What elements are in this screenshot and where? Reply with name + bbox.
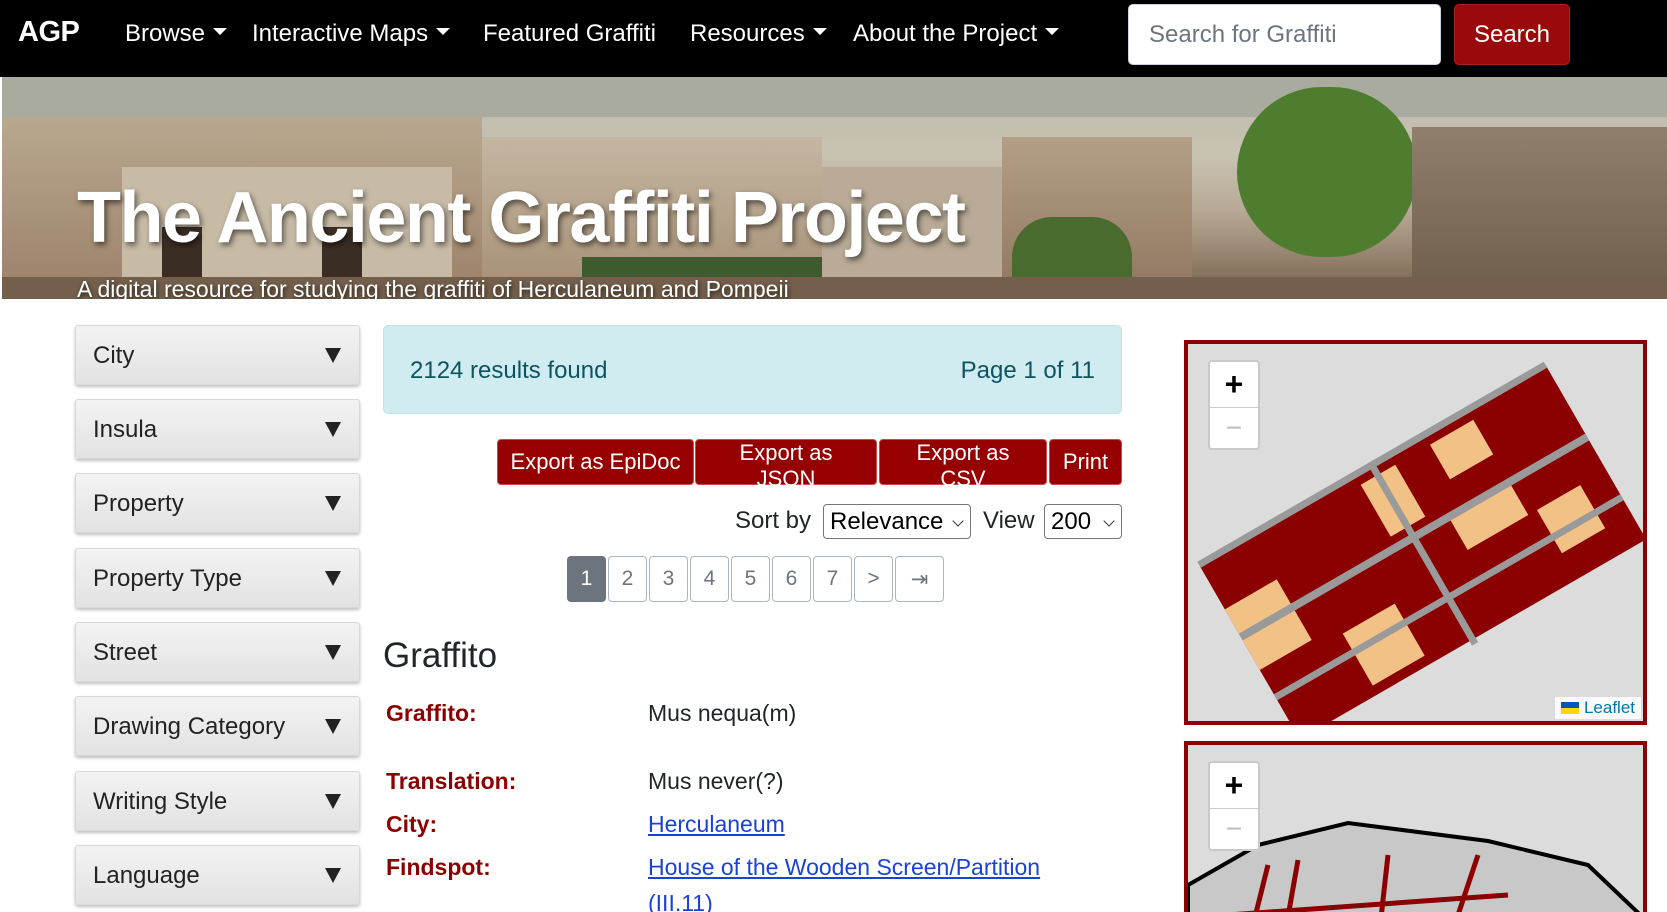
zoom-out-button[interactable]: − <box>1210 809 1258 849</box>
page-link-1[interactable]: 1 <box>567 556 606 602</box>
map-block <box>1199 366 1643 721</box>
navbar: AGP Browse Interactive Maps Featured Gra… <box>0 0 1667 77</box>
filter-drawing-category[interactable]: Drawing Category <box>75 696 360 756</box>
filter-label: City <box>93 342 135 369</box>
nav-featured-graffiti-label: Featured Graffiti <box>483 20 656 47</box>
page-link-4[interactable]: 4 <box>690 556 729 602</box>
caret-down-icon <box>436 28 451 36</box>
triangle-down-icon <box>325 645 341 660</box>
hero-banner: The Ancient Graffiti Project A digital r… <box>2 77 1667 299</box>
nav-featured-graffiti[interactable]: Featured Graffiti <box>483 20 656 48</box>
view-select-value: 200 <box>1051 508 1092 535</box>
translation-value: Mus never(?) <box>648 768 784 794</box>
findspot-link[interactable]: House of the Wooden Screen/Partition <box>648 854 1040 881</box>
results-count: 2124 results found <box>410 357 608 384</box>
zoom-out-button[interactable]: − <box>1210 408 1258 448</box>
pagination: 1 2 3 4 5 6 7 > ⇥ <box>567 556 946 602</box>
caret-down-icon <box>812 28 827 36</box>
hero-title: The Ancient Graffiti Project <box>77 178 966 258</box>
export-epidoc-button[interactable]: Export as EpiDoc <box>497 439 694 485</box>
caret-down-icon <box>213 28 228 36</box>
nav-browse[interactable]: Browse <box>125 20 228 48</box>
insula-map[interactable]: + − Leaflet <box>1184 340 1647 725</box>
results-alert: 2124 results found Page 1 of 11 <box>383 325 1122 414</box>
export-csv-button[interactable]: Export as CSV <box>879 439 1047 491</box>
caret-down-icon <box>1045 28 1060 36</box>
filter-label: Street <box>93 639 158 666</box>
sort-label: Sort by <box>735 507 812 534</box>
filter-street[interactable]: Street <box>75 622 360 682</box>
findspot-link-line2[interactable]: (III.11) <box>648 890 713 912</box>
sort-select-value: Relevance <box>830 508 944 535</box>
zoom-in-button[interactable]: + <box>1210 763 1258 809</box>
triangle-down-icon <box>325 571 341 586</box>
page-link-7[interactable]: 7 <box>813 556 852 602</box>
findspot-label: Findspot: <box>386 854 491 880</box>
page-link-2[interactable]: 2 <box>608 556 647 602</box>
triangle-down-icon <box>325 496 341 511</box>
page-last-icon[interactable]: ⇥ <box>895 556 944 602</box>
nav-about-label: About the Project <box>853 20 1038 47</box>
filter-insula[interactable]: Insula <box>75 399 360 459</box>
search-input[interactable] <box>1128 4 1441 65</box>
page-link-6[interactable]: 6 <box>772 556 811 602</box>
view-select[interactable]: 200 <box>1044 504 1122 539</box>
triangle-down-icon <box>325 348 341 363</box>
triangle-down-icon <box>325 868 341 883</box>
filter-writing-style[interactable]: Writing Style <box>75 771 360 831</box>
translation-label: Translation: <box>386 768 517 794</box>
map-zoom-control: + − <box>1208 761 1260 851</box>
page-next-button[interactable]: > <box>854 556 893 602</box>
sort-select[interactable]: Relevance <box>823 504 971 539</box>
triangle-down-icon <box>325 794 341 809</box>
filter-label: Writing Style <box>93 788 228 815</box>
nav-interactive-maps[interactable]: Interactive Maps <box>252 20 451 48</box>
hero-tree <box>1237 87 1417 257</box>
nav-resources-label: Resources <box>690 20 805 47</box>
hero-sky <box>2 77 1667 117</box>
page-indicator: Page 1 of 11 <box>960 357 1095 384</box>
leaflet-attribution[interactable]: Leaflet <box>1554 697 1641 719</box>
filter-label: Property Type <box>93 565 242 592</box>
filter-label: Property <box>93 490 184 517</box>
city-map[interactable]: + − <box>1184 741 1647 912</box>
page-link-3[interactable]: 3 <box>649 556 688 602</box>
nav-browse-label: Browse <box>125 20 206 47</box>
filter-label: Language <box>93 862 200 889</box>
page-link-5[interactable]: 5 <box>731 556 770 602</box>
attribution-label: Leaflet <box>1583 698 1635 717</box>
graffito-value: Mus nequa(m) <box>648 700 797 726</box>
map-zoom-control: + − <box>1208 360 1260 450</box>
search-button[interactable]: Search <box>1454 4 1570 65</box>
graffito-label: Graffito: <box>386 700 477 726</box>
zoom-in-button[interactable]: + <box>1210 362 1258 408</box>
nav-about[interactable]: About the Project <box>853 20 1060 48</box>
filter-label: Insula <box>93 416 158 443</box>
filter-property[interactable]: Property <box>75 473 360 533</box>
triangle-down-icon <box>325 719 341 734</box>
ukraine-flag-icon <box>1560 702 1579 714</box>
print-button[interactable]: Print <box>1049 439 1122 485</box>
export-json-button[interactable]: Export as JSON <box>695 439 877 491</box>
filter-language[interactable]: Language <box>75 845 360 905</box>
city-label: City: <box>386 811 438 837</box>
filter-property-type[interactable]: Property Type <box>75 548 360 608</box>
brand-logo[interactable]: AGP <box>18 16 80 49</box>
view-label: View <box>983 507 1035 534</box>
nav-resources[interactable]: Resources <box>690 20 827 48</box>
hero-subtitle: A digital resource for studying the graf… <box>77 276 789 299</box>
filter-city[interactable]: City <box>75 325 360 385</box>
city-link[interactable]: Herculaneum <box>648 811 785 838</box>
section-title: Graffito <box>383 636 498 675</box>
filter-label: Drawing Category <box>93 713 286 740</box>
hero-ruins-right <box>1412 127 1667 299</box>
nav-interactive-maps-label: Interactive Maps <box>252 20 429 47</box>
triangle-down-icon <box>325 422 341 437</box>
